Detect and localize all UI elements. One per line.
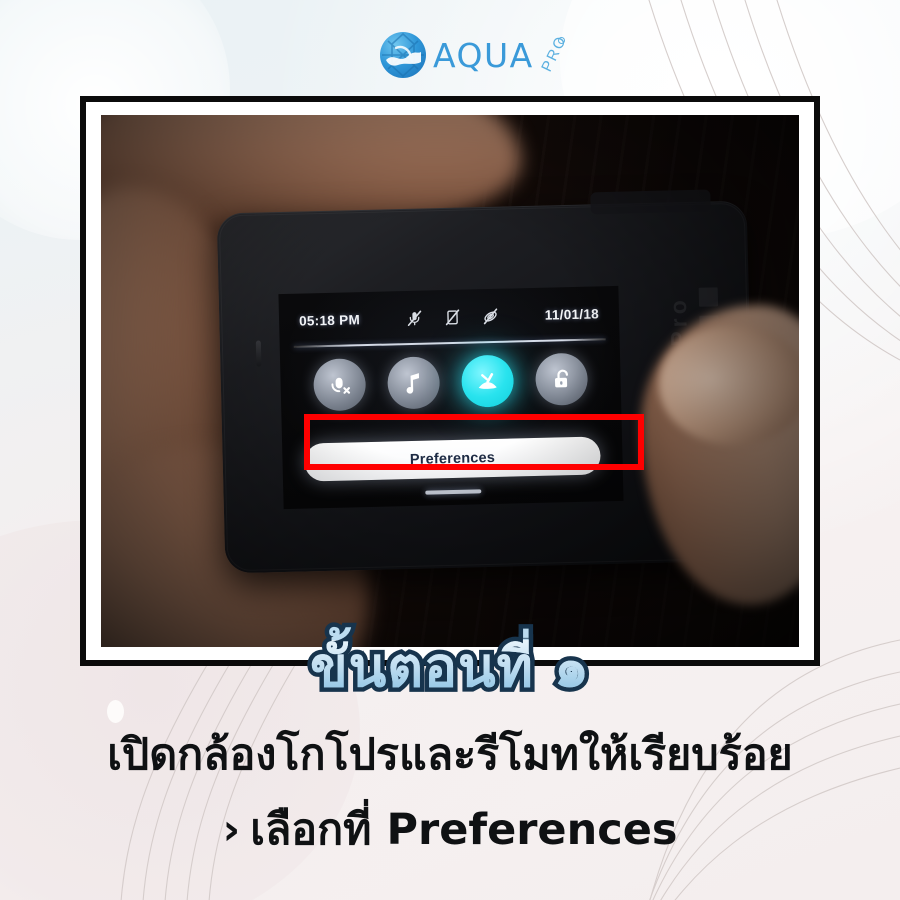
caption-line-3-text: เลือกที่ Preferences bbox=[250, 805, 678, 855]
brand-logo: AQUA PRO bbox=[380, 32, 571, 78]
caption-headline: ขั้นตอนที่ ๑ bbox=[0, 640, 900, 695]
aperture-wave-icon bbox=[380, 32, 426, 78]
chevron-right-icon: › bbox=[222, 805, 241, 855]
brand-suffix: PRO bbox=[537, 32, 571, 77]
photo-vignette bbox=[101, 115, 799, 647]
caption-line-2: เปิดกล้องโกโปรและรีโมทให้เรียบร้อย bbox=[107, 730, 793, 780]
photo-image: GoPro 05:18 PM bbox=[101, 115, 799, 647]
brand-suffix-label: PRO bbox=[537, 32, 571, 75]
brand-name: AQUA bbox=[433, 35, 534, 75]
preferences-highlight-box bbox=[304, 414, 644, 470]
photo-frame: GoPro 05:18 PM bbox=[80, 96, 820, 666]
caption-line-3: › เลือกที่ Preferences bbox=[0, 805, 900, 855]
